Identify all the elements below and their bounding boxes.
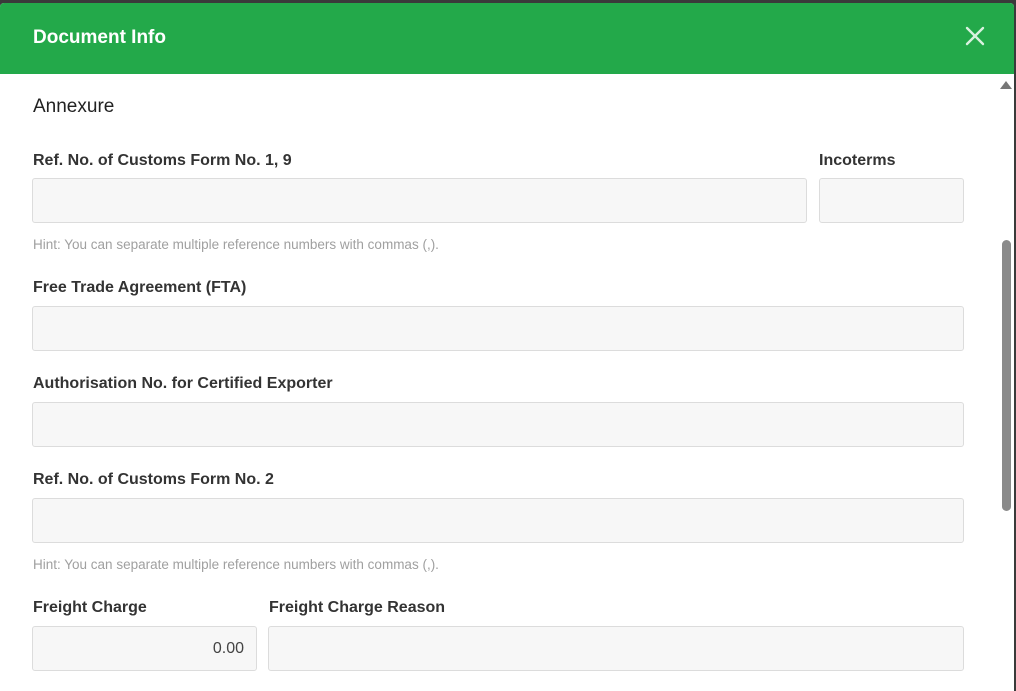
freight-charge-reason-input[interactable]: [268, 626, 964, 671]
hint-text: Hint: You can separate multiple referenc…: [33, 237, 439, 252]
section-title-annexure: Annexure: [33, 96, 115, 117]
close-icon: [965, 26, 985, 46]
fta-input[interactable]: [32, 306, 964, 351]
document-info-dialog: Document Info Annexure Ref. No. of Custo…: [0, 3, 1014, 691]
close-button[interactable]: [962, 23, 988, 49]
dialog-header: Document Info: [0, 3, 1014, 74]
dialog-body: Annexure Ref. No. of Customs Form No. 1,…: [0, 74, 1014, 691]
scrollbar-thumb[interactable]: [1002, 240, 1011, 511]
dialog-title: Document Info: [33, 27, 166, 48]
freight-charge-reason-label: Freight Charge Reason: [269, 599, 446, 616]
customs-form-1-9-label: Ref. No. of Customs Form No. 1, 9: [33, 152, 292, 169]
customs-form-2-label: Ref. No. of Customs Form No. 2: [33, 471, 274, 488]
incoterms-label: Incoterms: [819, 152, 896, 169]
customs-form-2-input[interactable]: [32, 498, 964, 543]
vertical-scrollbar[interactable]: [1000, 74, 1012, 691]
certified-exporter-input[interactable]: [32, 402, 964, 447]
incoterms-input[interactable]: [819, 178, 964, 223]
fta-label: Free Trade Agreement (FTA): [33, 279, 247, 296]
freight-charge-label: Freight Charge: [33, 599, 147, 616]
scroll-up-arrow-icon[interactable]: [1000, 81, 1012, 89]
freight-charge-input[interactable]: [32, 626, 257, 671]
hint-text: Hint: You can separate multiple referenc…: [33, 557, 439, 572]
certified-exporter-label: Authorisation No. for Certified Exporter: [33, 375, 333, 392]
customs-form-1-9-input[interactable]: [32, 178, 807, 223]
